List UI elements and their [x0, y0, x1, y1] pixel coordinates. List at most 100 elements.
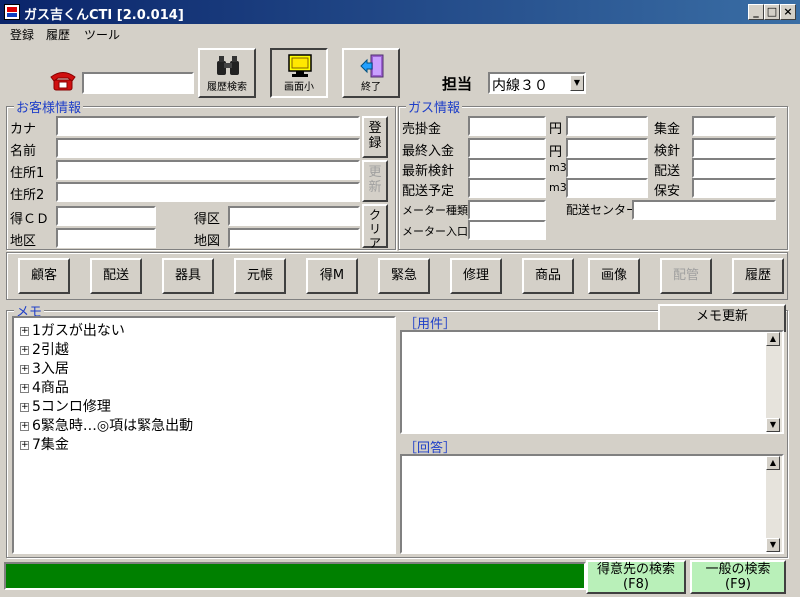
general-search-label: 一般の検索: [705, 562, 771, 577]
customer-search-button[interactable]: 得意先の検索 (F8): [586, 560, 686, 594]
address2-label: 住所2: [10, 188, 45, 203]
menu-register[interactable]: 登録: [10, 26, 34, 43]
tree-item-3[interactable]: +3入居: [20, 358, 69, 378]
name-label: 名前: [10, 144, 37, 159]
delivery-plan-input-2[interactable]: [566, 178, 648, 198]
last-payment-input[interactable]: [468, 138, 546, 158]
menu-history[interactable]: 履歴: [46, 26, 70, 43]
meter-type-input[interactable]: [468, 200, 546, 220]
memo-update-button[interactable]: メモ更新: [658, 304, 786, 332]
haiso-center-input[interactable]: [632, 200, 776, 220]
delivery-plan-label: 配送予定: [402, 184, 455, 199]
chizu-input[interactable]: [228, 228, 360, 248]
history-search-button[interactable]: 履歴検索: [198, 48, 256, 98]
nav-delivery-button[interactable]: 配送: [90, 258, 142, 294]
address2-input[interactable]: [56, 182, 360, 202]
expand-icon[interactable]: +: [20, 345, 29, 355]
exit-button[interactable]: 終了: [342, 48, 400, 98]
menu-tools[interactable]: ツール: [84, 26, 120, 43]
kaitou-scrollbar[interactable]: ▲ ▼: [766, 456, 782, 552]
tree-item-1[interactable]: +1ガスが出ない: [20, 320, 125, 340]
tokucd-input[interactable]: [56, 206, 156, 226]
tree-item-7[interactable]: +7集金: [20, 434, 69, 454]
staff-select[interactable]: 内線３０ ▼: [488, 72, 586, 94]
close-button[interactable]: ×: [780, 4, 796, 20]
chevron-down-icon[interactable]: ▼: [570, 75, 584, 91]
youken-scrollbar[interactable]: ▲ ▼: [766, 332, 782, 432]
nav-repair-button[interactable]: 修理: [450, 258, 502, 294]
exit-label: 終了: [361, 82, 381, 93]
clear-button[interactable]: クリア: [362, 204, 388, 250]
urikake-label: 売掛金: [402, 122, 442, 137]
latest-meter-input[interactable]: [468, 158, 546, 178]
expand-icon[interactable]: +: [20, 421, 29, 431]
name-input[interactable]: [56, 138, 360, 158]
haiso-label: 配送: [654, 164, 681, 179]
minimize-button[interactable]: _: [748, 4, 764, 20]
nav-tokum-button[interactable]: 得M: [306, 258, 358, 294]
status-progress-bar: [4, 562, 586, 590]
update-button[interactable]: 更新: [362, 160, 388, 202]
expand-icon[interactable]: +: [20, 326, 29, 336]
memo-tree[interactable]: +1ガスが出ない +2引越 +3入居 +4商品 +5コンロ修理 +6緊急時…◎項…: [12, 316, 396, 554]
expand-icon[interactable]: +: [20, 402, 29, 412]
tree-item-5[interactable]: +5コンロ修理: [20, 396, 111, 416]
tokuku-input[interactable]: [228, 206, 360, 226]
app-window: ガス吉くんCTI [2.0.014] _ □ × 登録 履歴 ツール 履歴検索: [0, 0, 800, 597]
scroll-down-icon[interactable]: ▼: [766, 418, 780, 432]
exit-door-icon: [360, 54, 384, 78]
history-search-label: 履歴検索: [207, 82, 247, 93]
nav-ledger-button[interactable]: 元帳: [234, 258, 286, 294]
expand-icon[interactable]: +: [20, 383, 29, 393]
youken-textarea[interactable]: ▲ ▼: [400, 330, 784, 434]
maximize-button[interactable]: □: [764, 4, 780, 20]
tokucd-label: 得ＣＤ: [10, 212, 50, 227]
chiku-label: 地区: [10, 234, 37, 249]
kana-input[interactable]: [56, 116, 360, 136]
nav-appliance-button[interactable]: 器具: [162, 258, 214, 294]
chiku-input[interactable]: [56, 228, 156, 248]
app-icon: [4, 4, 20, 20]
shukin-input[interactable]: [692, 116, 776, 136]
nav-product-button[interactable]: 商品: [522, 258, 574, 294]
scroll-up-icon[interactable]: ▲: [766, 456, 780, 470]
menu-bar: 登録 履歴 ツール: [0, 25, 800, 43]
screen-small-button[interactable]: 画面小: [270, 48, 328, 98]
nav-history-button[interactable]: 履歴: [732, 258, 784, 294]
phone-input[interactable]: [82, 72, 194, 94]
expand-icon[interactable]: +: [20, 364, 29, 374]
hoan-input[interactable]: [692, 178, 776, 198]
tree-item-6[interactable]: +6緊急時…◎項は緊急出動: [20, 415, 193, 435]
monitor-icon: [288, 54, 312, 77]
nav-emergency-button[interactable]: 緊急: [378, 258, 430, 294]
urikake-input-2[interactable]: [566, 116, 648, 136]
tokuku-label: 得区: [194, 212, 221, 227]
update-button-label: 更新: [368, 165, 382, 195]
urikake-input[interactable]: [468, 116, 546, 136]
scroll-up-icon[interactable]: ▲: [766, 332, 780, 346]
shukin-label: 集金: [654, 122, 681, 137]
unit-m3-2: m3: [549, 181, 567, 194]
tree-item-4[interactable]: +4商品: [20, 377, 69, 397]
tree-item-2[interactable]: +2引越: [20, 339, 69, 359]
delivery-plan-input[interactable]: [468, 178, 546, 198]
address1-input[interactable]: [56, 160, 360, 180]
scroll-down-icon[interactable]: ▼: [766, 538, 780, 552]
latest-meter-input-2[interactable]: [566, 158, 648, 178]
last-payment-input-2[interactable]: [566, 138, 648, 158]
screen-small-label: 画面小: [284, 82, 314, 93]
window-title: ガス吉くんCTI [2.0.014]: [24, 8, 184, 23]
kaitou-textarea[interactable]: ▲ ▼: [400, 454, 784, 554]
staff-select-value: 内線３０: [492, 78, 548, 94]
nav-piping-button[interactable]: 配管: [660, 258, 712, 294]
kenshin-input[interactable]: [692, 138, 776, 158]
haiso-input[interactable]: [692, 158, 776, 178]
nav-customer-button[interactable]: 顧客: [18, 258, 70, 294]
nav-image-button[interactable]: 画像: [588, 258, 640, 294]
customer-search-key: (F8): [623, 577, 649, 592]
general-search-button[interactable]: 一般の検索 (F9): [690, 560, 786, 594]
meter-inlet-label: メーター入口: [402, 225, 468, 238]
expand-icon[interactable]: +: [20, 440, 29, 450]
register-button[interactable]: 登録: [362, 116, 388, 158]
meter-inlet-input[interactable]: [468, 220, 546, 240]
